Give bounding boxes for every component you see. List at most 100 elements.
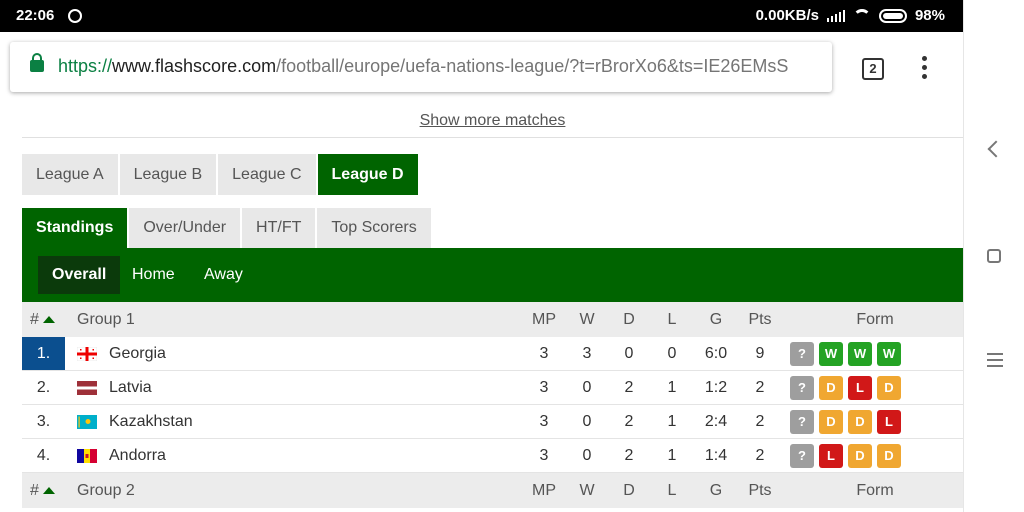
rank-header[interactable]: #	[22, 473, 65, 508]
url-text[interactable]: https://www.flashscore.com/football/euro…	[58, 56, 788, 77]
form-header: Form	[856, 481, 894, 499]
mp-header[interactable]: MP	[524, 302, 564, 337]
form-badge[interactable]: ?	[790, 376, 814, 400]
tab-overall[interactable]: Overall	[38, 256, 121, 294]
show-more-link[interactable]: Show more matches	[420, 112, 566, 129]
form-badge[interactable]: L	[819, 444, 843, 468]
group-name: Group 1	[77, 310, 135, 328]
pts-header[interactable]: Pts	[740, 302, 780, 337]
form-badge[interactable]: ?	[790, 444, 814, 468]
tab-league-d[interactable]: League D	[317, 154, 418, 195]
network-speed: 0.00KB/s	[755, 7, 819, 24]
form-badge[interactable]: D	[877, 444, 901, 468]
pts-value: 9	[755, 344, 765, 362]
form-badges: ? W W W	[790, 342, 901, 366]
flag-kazakhstan-icon	[77, 415, 97, 429]
battery-percent: 98%	[914, 7, 945, 24]
rank: 2.	[36, 378, 51, 396]
form-badge[interactable]: D	[848, 444, 872, 468]
tab-league-a[interactable]: League A	[22, 154, 118, 195]
group-header: # Group 1 MP W D L G Pts Form	[22, 302, 963, 337]
tab-away[interactable]: Away	[190, 256, 257, 294]
form-badges: ? D L D	[790, 376, 901, 400]
g-header[interactable]: G	[696, 473, 736, 508]
address-bar[interactable]: https://www.flashscore.com/football/euro…	[10, 42, 832, 92]
w-value: 3	[582, 344, 592, 362]
url-host: www.flashscore.com	[112, 56, 277, 76]
d-value: 0	[624, 344, 634, 362]
l-value: 1	[667, 446, 677, 464]
w-value: 0	[582, 446, 592, 464]
l-header[interactable]: L	[652, 473, 692, 508]
pts-header[interactable]: Pts	[740, 473, 780, 508]
team-name[interactable]: Kazakhstan	[109, 405, 193, 438]
team-name[interactable]: Georgia	[109, 337, 166, 370]
tab-over-under[interactable]: Over/Under	[129, 208, 241, 248]
form-badge[interactable]: ?	[790, 342, 814, 366]
mp-header[interactable]: MP	[524, 473, 564, 508]
rank-header[interactable]: #	[22, 302, 65, 337]
form-badge[interactable]: W	[877, 342, 901, 366]
w-header[interactable]: W	[567, 302, 607, 337]
form-badge[interactable]: W	[848, 342, 872, 366]
sort-asc-icon	[42, 487, 55, 494]
table-row[interactable]: 1. Georgia 3 3 0 0 6:0 9 ? W W W	[22, 337, 963, 371]
team-name[interactable]: Latvia	[109, 371, 152, 404]
w-header[interactable]: W	[567, 473, 607, 508]
tab-switcher-button[interactable]: 2	[862, 58, 884, 80]
status-icons: 0.00KB/s 98%	[756, 7, 945, 24]
g-value: 2:4	[704, 412, 728, 430]
l-header[interactable]: L	[652, 302, 692, 337]
tab-standings[interactable]: Standings	[22, 208, 128, 248]
table-row[interactable]: 2. Latvia 3 0 2 1 1:2 2 ? D L D	[22, 371, 963, 405]
tab-league-b[interactable]: League B	[119, 154, 217, 195]
g-value: 6:0	[704, 344, 728, 362]
form-badges: ? D D L	[790, 410, 901, 434]
stat-tabs: Standings Over/Under HT/FT Top Scorers	[22, 208, 431, 248]
signal-icon	[826, 9, 845, 22]
standings-table: # Group 1 MP W D L G Pts Form 1. Georgia…	[22, 302, 963, 508]
form-badge[interactable]: L	[848, 376, 872, 400]
tab-league-c[interactable]: League C	[218, 154, 316, 195]
form-badge[interactable]: D	[819, 376, 843, 400]
table-row[interactable]: 3. Kazakhstan 3 0 2 1 2:4 2 ? D D L	[22, 405, 963, 439]
form-badge[interactable]: L	[877, 410, 901, 434]
sort-asc-icon	[42, 316, 55, 323]
back-icon[interactable]	[987, 140, 1005, 158]
form-badge[interactable]: W	[819, 342, 843, 366]
home-icon[interactable]	[987, 249, 1001, 263]
standings-subtabs: Overall Home Away	[22, 248, 963, 302]
mp-value: 3	[539, 378, 549, 396]
g-header[interactable]: G	[696, 302, 736, 337]
d-value: 2	[624, 378, 634, 396]
rank: 1.	[22, 337, 65, 370]
mp-value: 3	[539, 412, 549, 430]
team-name[interactable]: Andorra	[109, 439, 166, 472]
pts-value: 2	[755, 378, 765, 396]
form-badge[interactable]: ?	[790, 410, 814, 434]
url-path: /football/europe/uefa-nations-league/?t=…	[276, 56, 789, 76]
d-value: 2	[624, 446, 634, 464]
d-header[interactable]: D	[609, 473, 649, 508]
form-badge[interactable]: D	[848, 410, 872, 434]
group-name: Group 2	[77, 481, 135, 499]
form-badge[interactable]: D	[819, 410, 843, 434]
l-value: 1	[667, 378, 677, 396]
tab-ht-ft[interactable]: HT/FT	[242, 208, 316, 248]
d-header[interactable]: D	[609, 302, 649, 337]
form-badge[interactable]: D	[877, 376, 901, 400]
form-badges: ? L D D	[790, 444, 901, 468]
show-more-row: Show more matches	[22, 104, 963, 138]
table-row[interactable]: 4. Andorra 3 0 2 1 1:4 2 ? L D D	[22, 439, 963, 473]
recent-apps-icon[interactable]	[987, 353, 1003, 367]
form-header: Form	[856, 310, 894, 328]
pts-value: 2	[755, 412, 765, 430]
lock-icon[interactable]	[30, 53, 44, 72]
rank-header-label: #	[30, 310, 39, 328]
browser-toolbar: https://www.flashscore.com/football/euro…	[0, 32, 963, 104]
tab-home[interactable]: Home	[118, 256, 189, 294]
rank: 4.	[36, 446, 51, 464]
overflow-menu-icon[interactable]	[922, 56, 928, 79]
group-header: # Group 2 MP W D L G Pts Form	[22, 473, 963, 508]
tab-top-scorers[interactable]: Top Scorers	[317, 208, 431, 248]
